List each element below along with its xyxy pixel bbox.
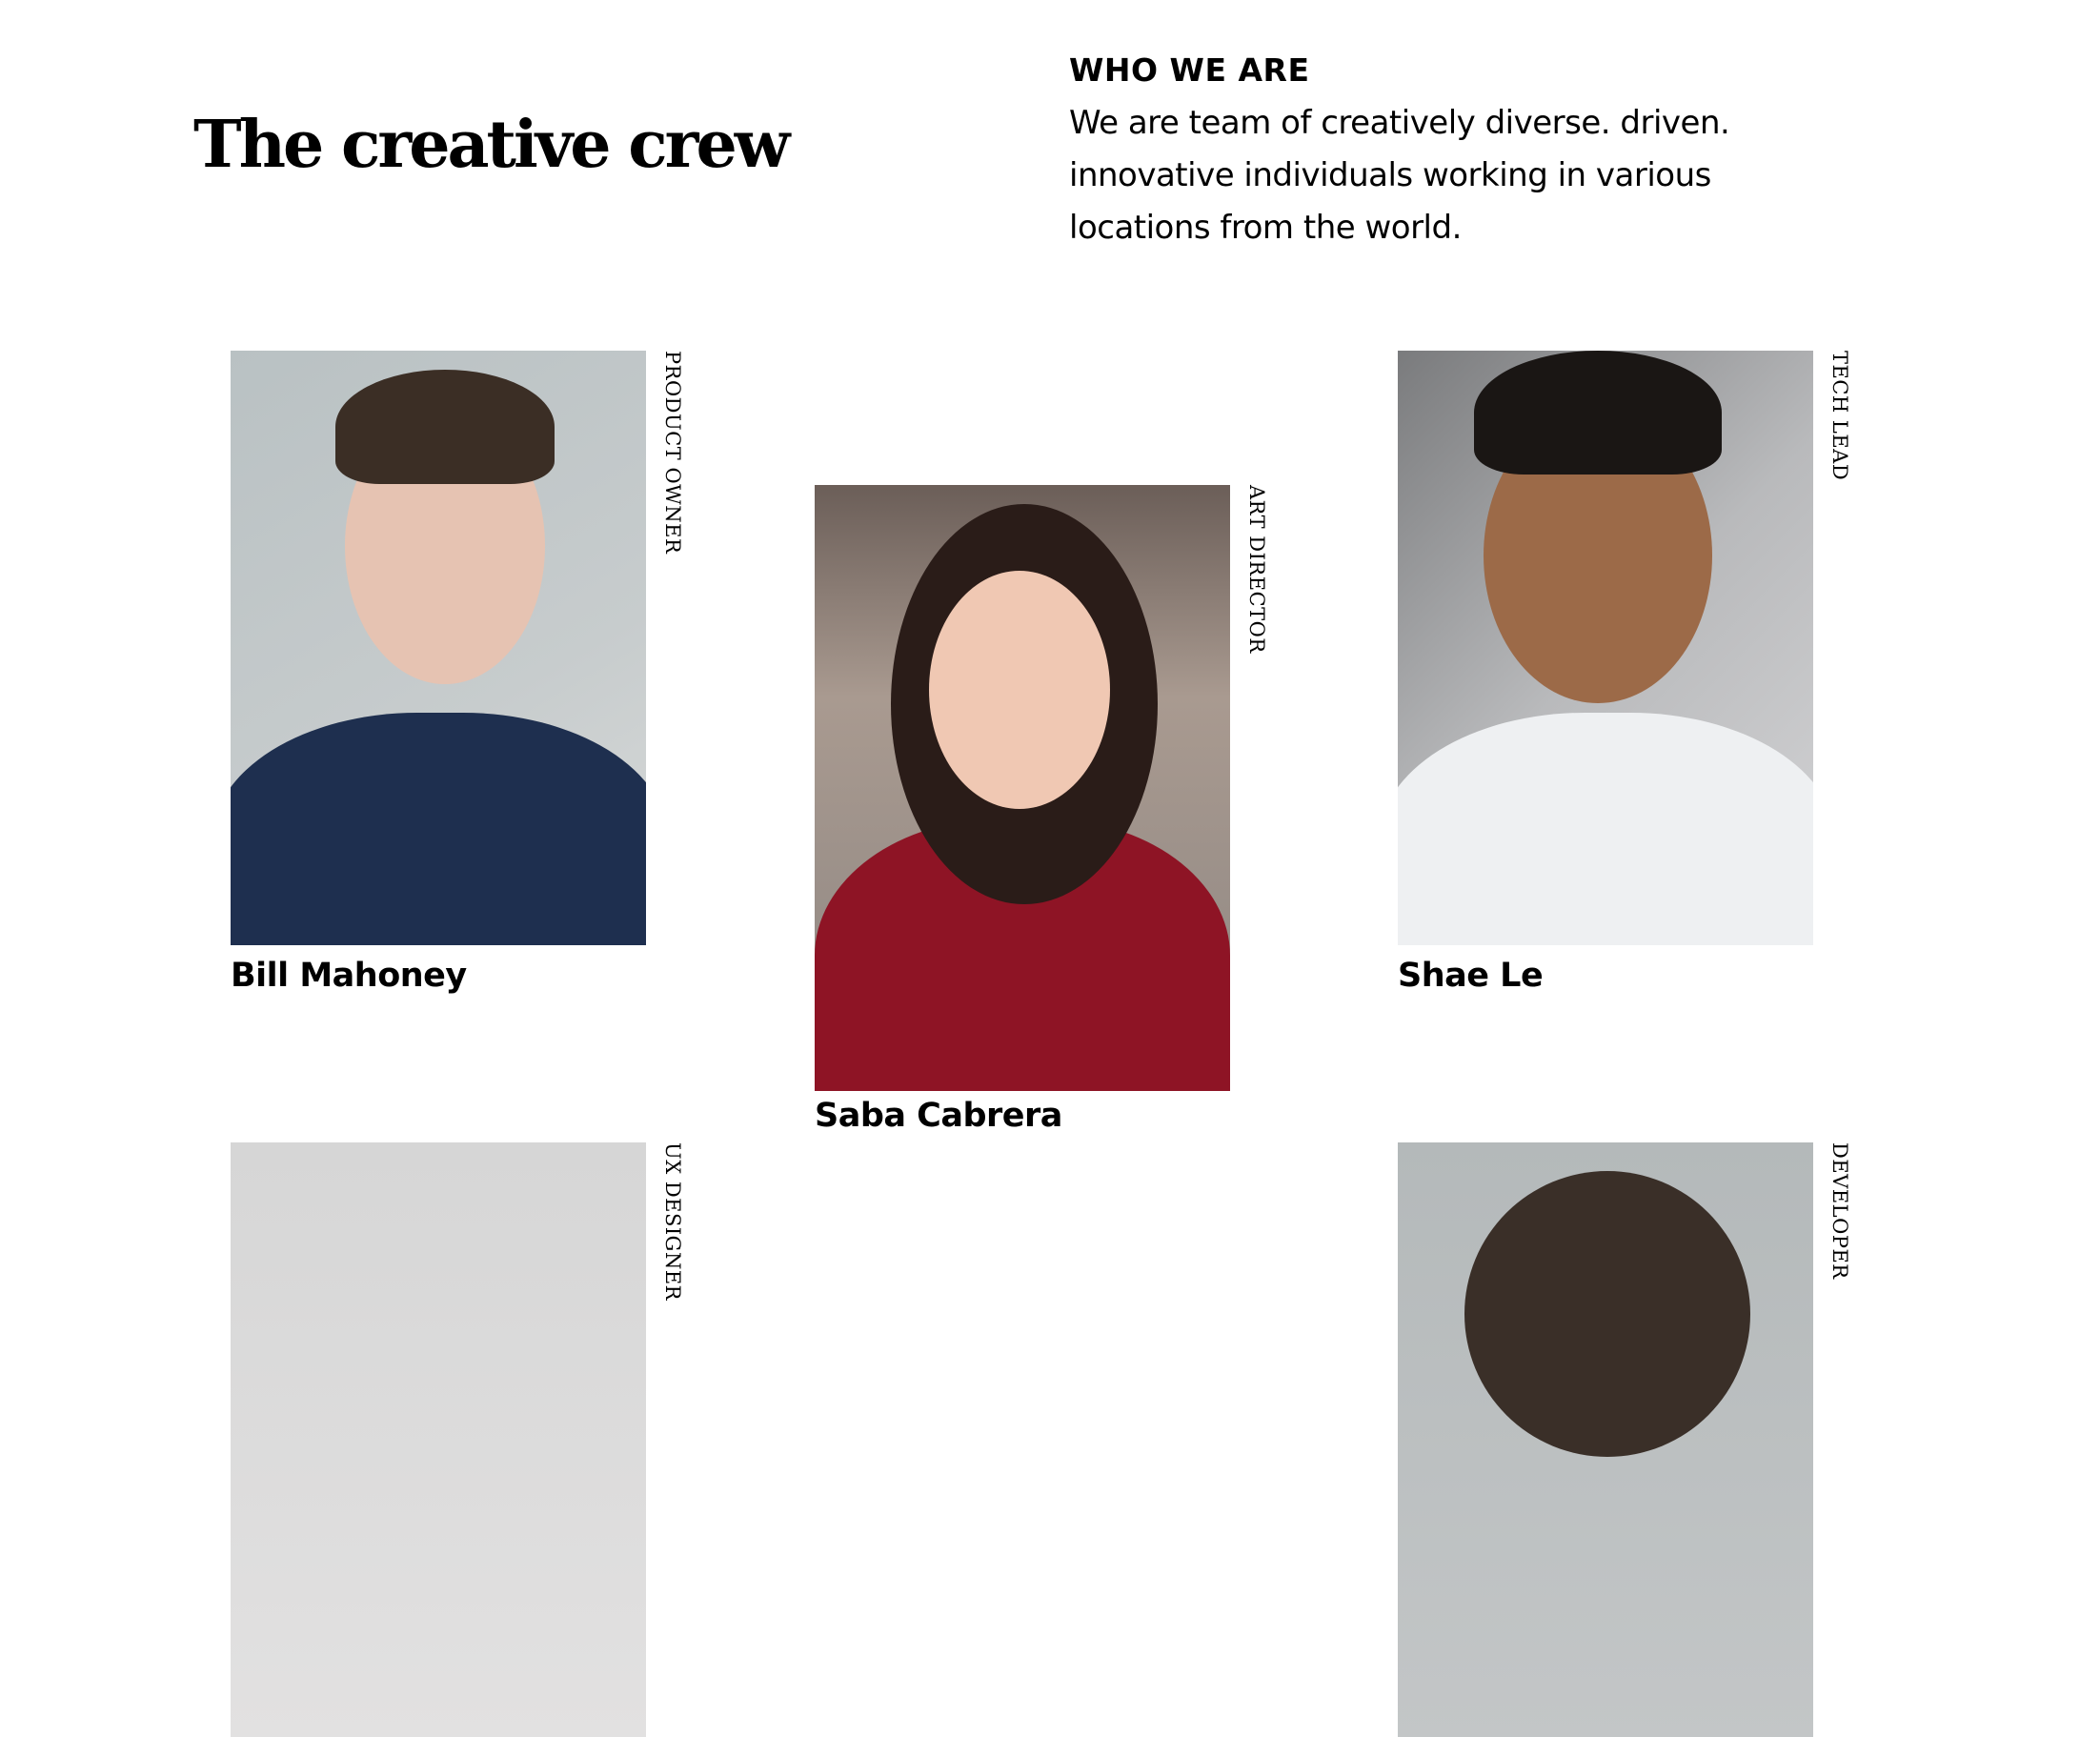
team-card[interactable]: TECH LEAD Shae Le [1398, 351, 1851, 995]
team-card[interactable]: UX DESIGNER [231, 1142, 684, 1737]
member-photo [231, 1142, 646, 1737]
team-card[interactable]: DEVELOPER [1398, 1142, 1851, 1737]
member-role: PRODUCT OWNER [661, 351, 684, 555]
member-role: UX DESIGNER [661, 1142, 684, 1301]
member-role: DEVELOPER [1828, 1142, 1851, 1280]
member-name: Bill Mahoney [231, 957, 467, 995]
member-role: ART DIRECTOR [1245, 485, 1268, 654]
member-photo [1398, 351, 1813, 945]
page-title: The creative crew [193, 107, 790, 183]
member-photo [815, 485, 1230, 1091]
team-card[interactable]: PRODUCT OWNER Bill Mahoney [231, 351, 684, 995]
team-card[interactable]: ART DIRECTOR Saba Cabrera [815, 485, 1268, 1135]
section-eyebrow: WHO WE ARE [1069, 51, 1310, 89]
member-photo [1398, 1142, 1813, 1737]
section-description: We are team of creatively diverse. drive… [1069, 104, 1730, 247]
member-role: TECH LEAD [1828, 351, 1851, 481]
member-name: Saba Cabrera [815, 1097, 1062, 1135]
member-photo [231, 351, 646, 945]
member-name: Shae Le [1398, 957, 1544, 995]
